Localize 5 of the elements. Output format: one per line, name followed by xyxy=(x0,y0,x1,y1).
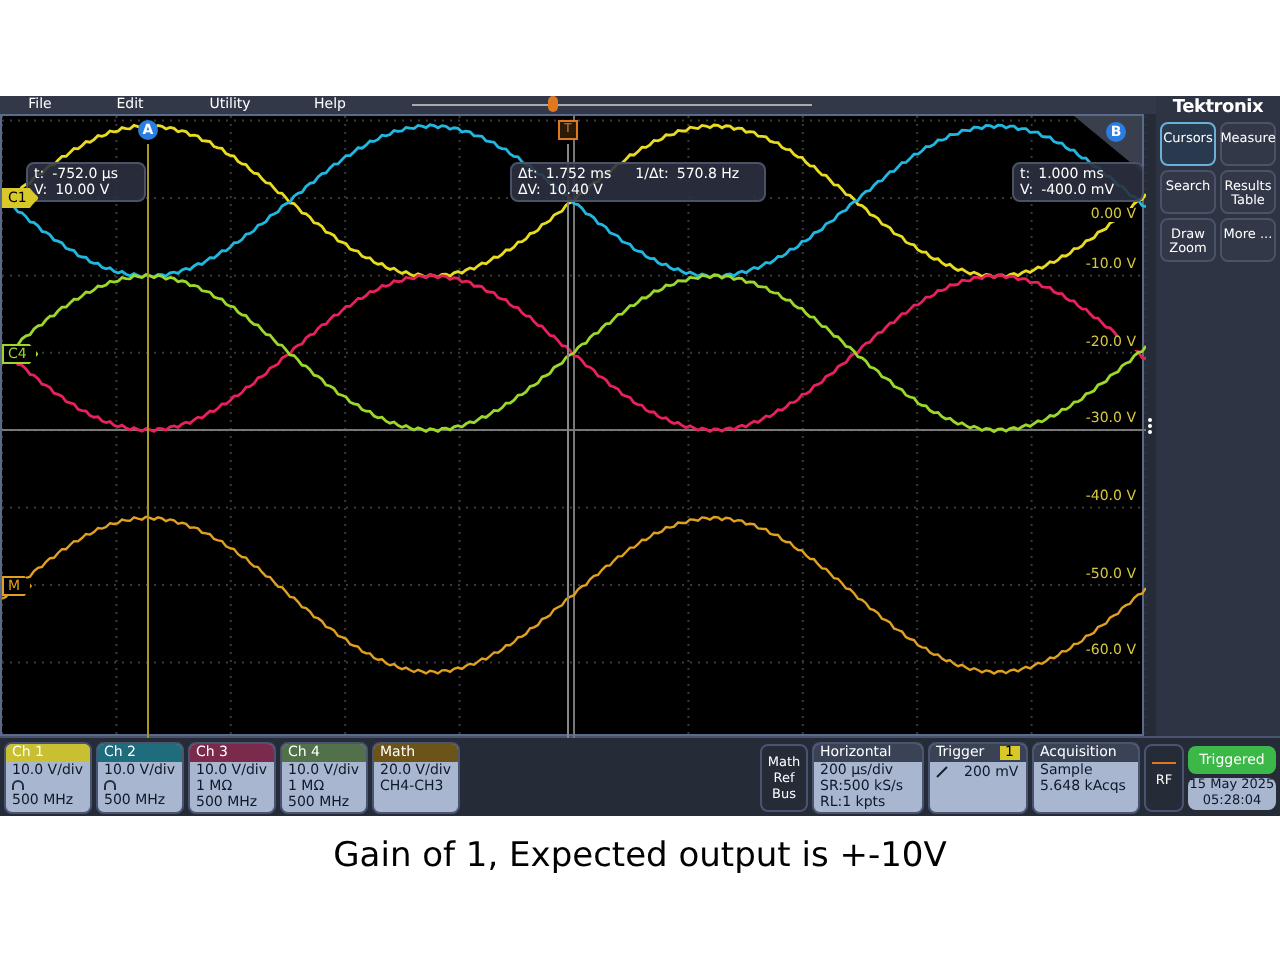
cursor-line[interactable] xyxy=(567,143,569,738)
trigger-position-handle[interactable] xyxy=(548,96,558,112)
caption: Gain of 1, Expected output is +-10V xyxy=(333,834,947,880)
logo: Tektronix xyxy=(1172,98,1264,120)
rising-edge-icon xyxy=(936,765,948,777)
